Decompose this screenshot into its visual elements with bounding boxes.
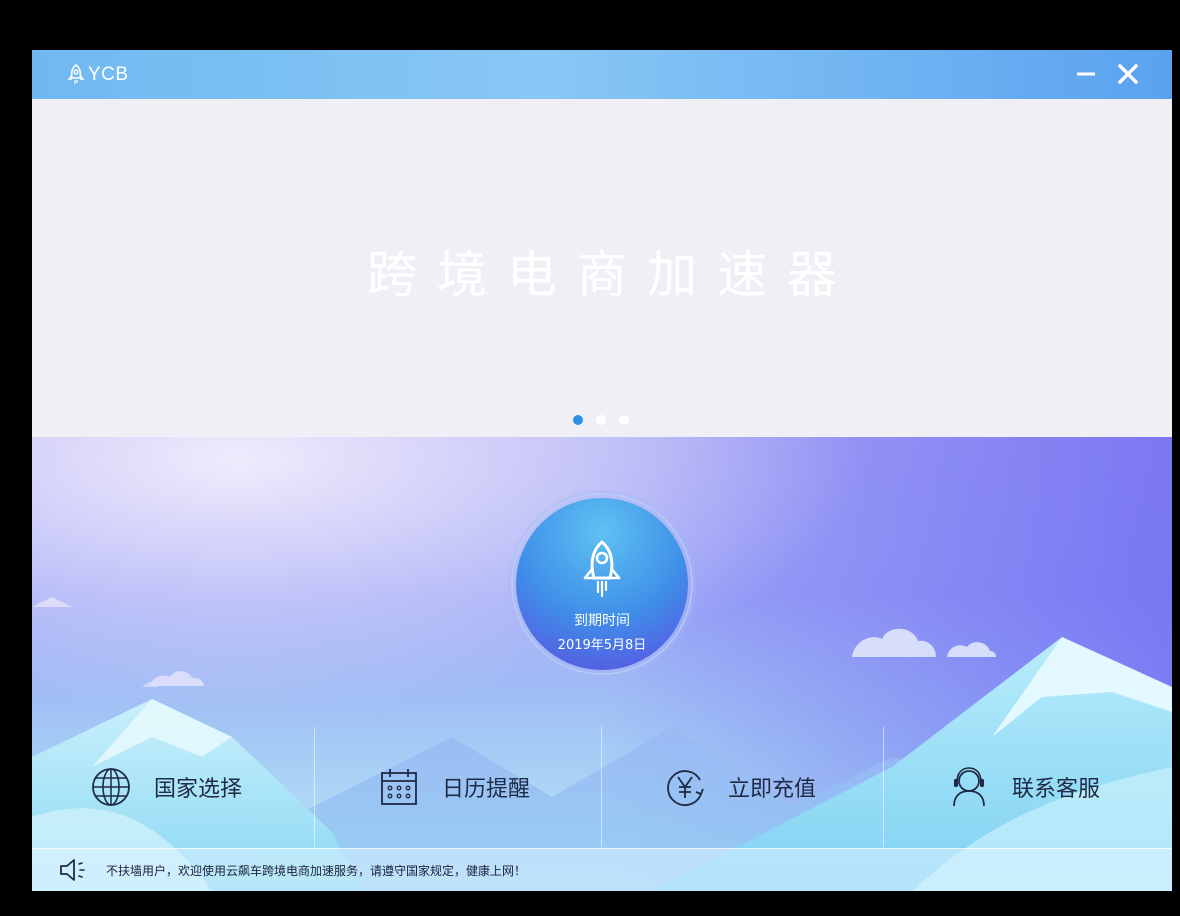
menu-label-country: 国家选择 xyxy=(154,777,243,802)
carousel-dot-3[interactable] xyxy=(619,415,629,425)
menu-country-select[interactable]: 国家选择 xyxy=(90,727,242,847)
globe-icon xyxy=(92,768,130,806)
menu-divider xyxy=(601,727,602,847)
app-window: YCB 跨境电商加速器 到期时间 2019年5月8日 国家选择 日历提醒 立即充… xyxy=(32,50,1172,891)
yen-recharge-icon xyxy=(667,770,704,806)
carousel-dot-1[interactable] xyxy=(573,415,583,425)
minus-icon[interactable] xyxy=(1074,62,1098,86)
rocket-logo-icon xyxy=(67,64,85,84)
carousel-dot-2[interactable] xyxy=(596,415,606,425)
close-icon[interactable] xyxy=(1116,62,1140,86)
headset-icon xyxy=(953,767,985,807)
app-logo: YCB xyxy=(66,62,129,88)
notice-bar: 不扶墙用户，欢迎使用云飙车跨境电商加速服务，请遵守国家规定，健康上网！ xyxy=(32,848,1172,891)
menu-divider xyxy=(883,727,884,847)
menu-calendar-reminder[interactable]: 日历提醒 xyxy=(378,727,530,847)
feature-menu: 国家选择 日历提醒 立即充值 联系客服 xyxy=(32,727,1172,847)
menu-label-calendar: 日历提醒 xyxy=(442,777,531,802)
menu-customer-service[interactable]: 联系客服 xyxy=(948,727,1100,847)
expiry-label: 到期时间 xyxy=(574,613,630,629)
calendar-icon xyxy=(381,769,417,805)
menu-recharge[interactable]: 立即充值 xyxy=(664,727,816,847)
menu-label-recharge: 立即充值 xyxy=(728,777,817,802)
menu-divider xyxy=(314,727,315,847)
banner-title: 跨境电商加速器 xyxy=(367,246,857,304)
main-panel: 到期时间 2019年5月8日 国家选择 日历提醒 立即充值 联系客服 不扶墙用户… xyxy=(32,437,1172,891)
notice-text: 不扶墙用户，欢迎使用云飙车跨境电商加速服务，请遵守国家规定，健康上网！ xyxy=(106,864,527,878)
expiry-date: 2019年5月8日 xyxy=(557,638,647,653)
rocket-icon xyxy=(583,540,621,598)
menu-label-service: 联系客服 xyxy=(1012,777,1101,802)
carousel-dots xyxy=(573,415,629,425)
title-bar[interactable]: YCB xyxy=(32,50,1172,99)
app-name: YCB xyxy=(88,64,129,85)
banner-carousel[interactable]: 跨境电商加速器 xyxy=(32,99,1172,437)
speaker-icon xyxy=(60,859,85,881)
accelerate-button[interactable]: 到期时间 2019年5月8日 xyxy=(516,498,688,670)
